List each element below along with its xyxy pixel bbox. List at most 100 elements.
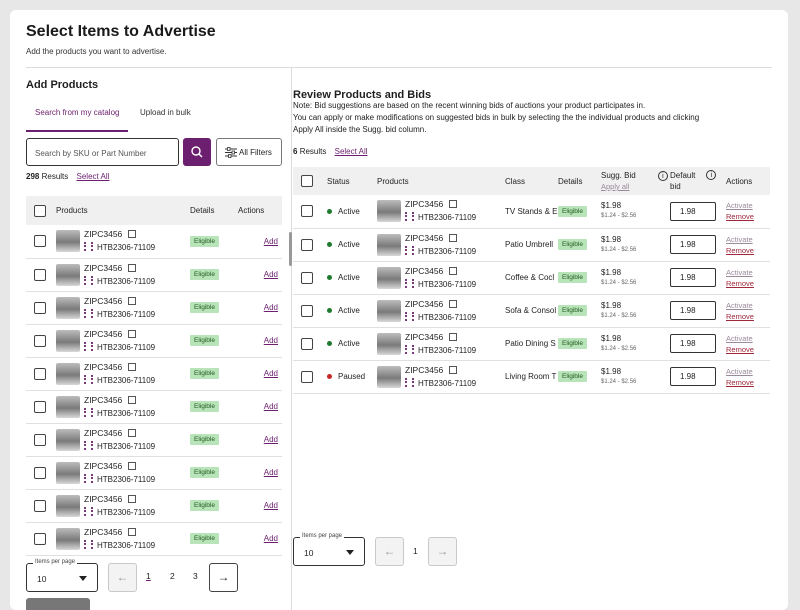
default-bid-input[interactable]: 1.98 <box>670 201 716 221</box>
row-checkbox[interactable] <box>34 400 46 413</box>
add-product-link[interactable]: Add <box>264 237 278 246</box>
external-link-icon[interactable] <box>449 200 458 209</box>
external-link-icon[interactable] <box>128 230 137 239</box>
all-filters-button[interactable]: All Filters <box>216 138 282 166</box>
search-button[interactable] <box>183 138 211 166</box>
table-row[interactable]: Paused ZIPC3456 HTB2306-71109 Living Room T… <box>293 360 770 394</box>
catalog-scrollbar[interactable] <box>289 232 292 266</box>
select-all-checkbox[interactable] <box>34 204 46 217</box>
review-select-all-checkbox[interactable] <box>301 175 313 187</box>
table-row[interactable]: Active ZIPC3456 HTB2306-71109 Coffee & Cocl… <box>293 261 770 295</box>
row-checkbox[interactable] <box>34 268 46 281</box>
table-row[interactable]: ZIPC3456 HTB2306-71109 Eligible Add <box>26 390 282 424</box>
default-bid-input[interactable]: 1.98 <box>670 301 716 320</box>
external-link-icon[interactable] <box>128 461 137 470</box>
left-items-per-page-select[interactable]: Items per page 10 <box>26 559 98 592</box>
default-bid-input[interactable]: 1.98 <box>670 334 716 353</box>
add-product-link[interactable]: Add <box>264 336 278 345</box>
right-items-per-page-select[interactable]: Items per page 10 <box>293 533 365 566</box>
external-link-icon[interactable] <box>128 428 137 437</box>
activate-link[interactable]: Activate <box>726 333 770 344</box>
default-bid-info-icon[interactable]: i <box>706 170 717 180</box>
default-bid-input[interactable]: 1.98 <box>670 268 716 287</box>
table-row[interactable]: Active ZIPC3456 HTB2306-71109 TV Stands & E… <box>293 195 770 229</box>
activate-link[interactable]: Activate <box>726 300 770 311</box>
row-checkbox[interactable] <box>301 205 313 218</box>
table-row[interactable]: ZIPC3456 HTB2306-71109 Eligible Add <box>26 225 282 259</box>
row-checkbox[interactable] <box>301 370 313 383</box>
row-checkbox[interactable] <box>34 301 46 314</box>
add-product-link[interactable]: Add <box>264 270 278 279</box>
table-row[interactable]: Active ZIPC3456 HTB2306-71109 Patio Dining … <box>293 327 770 361</box>
right-next-page-button[interactable]: → <box>428 537 457 566</box>
search-input[interactable]: Search by SKU or Part Number <box>26 138 179 166</box>
tab-upload-bulk[interactable]: Upload in bulk <box>140 108 191 117</box>
external-link-icon[interactable] <box>449 332 458 341</box>
add-product-link[interactable]: Add <box>264 468 278 477</box>
tab-search-catalog[interactable]: Search from my catalog <box>35 108 119 117</box>
external-link-icon[interactable] <box>128 395 137 404</box>
row-checkbox[interactable] <box>301 271 313 284</box>
add-product-link[interactable]: Add <box>264 534 278 543</box>
row-checkbox[interactable] <box>34 499 46 512</box>
left-next-page-button[interactable]: → <box>209 563 238 592</box>
default-bid-input[interactable]: 1.98 <box>670 367 716 386</box>
remove-link[interactable]: Remove <box>726 377 770 388</box>
activate-link[interactable]: Activate <box>726 267 770 278</box>
left-select-all-link[interactable]: Select All <box>77 172 110 181</box>
table-row[interactable]: ZIPC3456 HTB2306-71109 Eligible Add <box>26 258 282 292</box>
right-page-1[interactable]: 1 <box>413 546 418 556</box>
table-row[interactable]: ZIPC3456 HTB2306-71109 Eligible Add <box>26 456 282 490</box>
col-status: Status <box>327 167 377 195</box>
left-prev-page-button[interactable]: ← <box>108 563 137 592</box>
row-checkbox[interactable] <box>34 433 46 446</box>
external-link-icon[interactable] <box>449 365 458 374</box>
row-checkbox[interactable] <box>34 532 46 545</box>
external-link-icon[interactable] <box>449 233 458 242</box>
table-row[interactable]: Active ZIPC3456 HTB2306-71109 Sofa & Consol… <box>293 294 770 328</box>
external-link-icon[interactable] <box>128 527 137 536</box>
external-link-icon[interactable] <box>128 263 137 272</box>
right-select-all-link[interactable]: Select All <box>335 147 368 156</box>
remove-link[interactable]: Remove <box>726 278 770 289</box>
row-checkbox[interactable] <box>301 304 313 317</box>
remove-link[interactable]: Remove <box>726 245 770 256</box>
table-row[interactable]: ZIPC3456 HTB2306-71109 Eligible Add <box>26 489 282 523</box>
row-checkbox[interactable] <box>301 238 313 251</box>
table-row[interactable]: ZIPC3456 HTB2306-71109 Eligible Add <box>26 522 282 556</box>
remove-link[interactable]: Remove <box>726 344 770 355</box>
activate-link[interactable]: Activate <box>726 200 770 211</box>
add-product-link[interactable]: Add <box>264 303 278 312</box>
add-product-link[interactable]: Add <box>264 435 278 444</box>
table-row[interactable]: ZIPC3456 HTB2306-71109 Eligible Add <box>26 291 282 325</box>
sugg-bid-info-icon[interactable]: i <box>657 171 668 181</box>
left-page-1[interactable]: 1 <box>146 571 151 581</box>
add-product-link[interactable]: Add <box>264 369 278 378</box>
row-checkbox[interactable] <box>34 334 46 347</box>
left-page-3[interactable]: 3 <box>193 571 198 581</box>
remove-link[interactable]: Remove <box>726 311 770 322</box>
table-row[interactable]: ZIPC3456 HTB2306-71109 Eligible Add <box>26 324 282 358</box>
apply-all-link[interactable]: Apply all <box>601 182 629 191</box>
row-checkbox[interactable] <box>34 235 46 248</box>
table-row[interactable]: ZIPC3456 HTB2306-71109 Eligible Add <box>26 423 282 457</box>
default-bid-input[interactable]: 1.98 <box>670 235 716 254</box>
row-checkbox[interactable] <box>34 367 46 380</box>
external-link-icon[interactable] <box>128 296 137 305</box>
activate-link[interactable]: Activate <box>726 366 770 377</box>
external-link-icon[interactable] <box>449 299 458 308</box>
row-checkbox[interactable] <box>301 337 313 350</box>
right-prev-page-button[interactable]: ← <box>375 537 404 566</box>
left-page-2[interactable]: 2 <box>170 571 175 581</box>
external-link-icon[interactable] <box>449 266 458 275</box>
add-product-link[interactable]: Add <box>264 402 278 411</box>
external-link-icon[interactable] <box>128 329 137 338</box>
add-product-link[interactable]: Add <box>264 501 278 510</box>
table-row[interactable]: ZIPC3456 HTB2306-71109 Eligible Add <box>26 357 282 391</box>
remove-link[interactable]: Remove <box>726 211 770 222</box>
external-link-icon[interactable] <box>128 494 137 503</box>
table-row[interactable]: Active ZIPC3456 HTB2306-71109 Patio Umbrell… <box>293 228 770 262</box>
external-link-icon[interactable] <box>128 362 137 371</box>
activate-link[interactable]: Activate <box>726 234 770 245</box>
row-checkbox[interactable] <box>34 466 46 479</box>
